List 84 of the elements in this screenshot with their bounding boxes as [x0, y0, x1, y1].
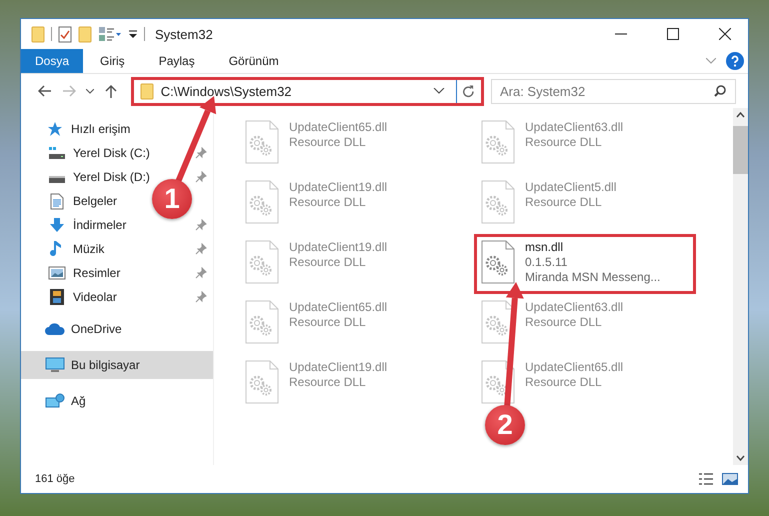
- pin-icon[interactable]: [195, 171, 207, 183]
- down-arrow-icon: [47, 217, 67, 233]
- address-bar[interactable]: C:\Windows\System32: [130, 76, 484, 106]
- file-detail: 0.1.5.11: [525, 255, 568, 270]
- sidebar-item[interactable]: Yerel Disk (C:): [21, 141, 213, 165]
- dropdown-icon[interactable]: [128, 29, 138, 39]
- dll-file-icon: [245, 360, 279, 404]
- properties-icon[interactable]: [98, 26, 122, 42]
- dll-file-icon: [481, 120, 515, 164]
- file-detail: Resource DLL: [289, 375, 367, 390]
- sidebar-item[interactable]: Videolar: [21, 285, 213, 309]
- pin-icon[interactable]: [195, 219, 207, 231]
- file-item[interactable]: UpdateClient19.dll Resource DLL: [238, 174, 460, 222]
- checklist-icon[interactable]: [58, 26, 72, 42]
- file-item[interactable]: UpdateClient65.dll Resource DLL: [474, 354, 696, 402]
- file-name: UpdateClient65.dll: [525, 360, 624, 375]
- search-icon[interactable]: [714, 84, 726, 96]
- back-arrow-icon[interactable]: [38, 85, 52, 97]
- pin-icon[interactable]: [195, 243, 207, 255]
- file-name: UpdateClient65.dll: [289, 120, 388, 135]
- pin-icon[interactable]: [195, 147, 207, 159]
- dll-file-icon: [481, 180, 515, 224]
- details-view-icon[interactable]: [698, 472, 714, 486]
- scrollbar-thumb[interactable]: [733, 126, 748, 174]
- file-item[interactable]: UpdateClient19.dll Resource DLL: [238, 354, 460, 402]
- file-item[interactable]: UpdateClient65.dll Resource DLL: [238, 114, 460, 162]
- file-item[interactable]: UpdateClient65.dll Resource DLL: [238, 294, 460, 342]
- file-name: UpdateClient19.dll: [289, 240, 388, 255]
- cloud-icon: [45, 322, 65, 336]
- up-arrow-icon[interactable]: [104, 84, 117, 98]
- file-item[interactable]: msn.dll 0.1.5.11 Miranda MSN Messeng...: [474, 234, 696, 294]
- recent-locations-icon[interactable]: [86, 88, 94, 94]
- window-title: System32: [155, 26, 213, 42]
- pin-icon[interactable]: [195, 267, 207, 279]
- file-detail: Miranda MSN Messeng...: [525, 270, 660, 285]
- dll-file-icon: [481, 240, 515, 284]
- dll-file-icon: [245, 120, 279, 164]
- file-name: msn.dll: [525, 240, 564, 255]
- file-name: UpdateClient19.dll: [289, 180, 388, 195]
- pin-icon[interactable]: [195, 291, 207, 303]
- file-name: UpdateClient65.dll: [289, 300, 388, 315]
- file-item[interactable]: UpdateClient63.dll Resource DLL: [474, 114, 696, 162]
- dll-file-icon: [245, 240, 279, 284]
- close-icon: [719, 28, 731, 40]
- file-detail: Resource DLL: [289, 315, 367, 330]
- ribbon-tab[interactable]: Giriş: [83, 49, 142, 73]
- refresh-icon[interactable]: [462, 84, 474, 98]
- file-name: UpdateClient63.dll: [525, 300, 624, 315]
- sidebar-item[interactable]: Müzik: [21, 237, 213, 261]
- sidebar-item[interactable]: OneDrive: [21, 317, 213, 341]
- file-detail: Resource DLL: [289, 195, 367, 210]
- maximize-icon: [667, 28, 679, 40]
- dll-file-icon: [245, 300, 279, 344]
- sidebar-item[interactable]: Bu bilgisayar: [21, 351, 213, 379]
- file-name: UpdateClient19.dll: [289, 360, 388, 375]
- file-detail: Resource DLL: [525, 135, 603, 150]
- file-detail: Resource DLL: [525, 195, 603, 210]
- file-item[interactable]: UpdateClient63.dll Resource DLL: [474, 294, 696, 342]
- item-count: 161 öğe: [35, 473, 75, 485]
- file-name: UpdateClient5.dll: [525, 180, 616, 195]
- dll-file-icon: [245, 180, 279, 224]
- monitor-icon: [45, 357, 65, 373]
- help-icon[interactable]: [726, 52, 744, 70]
- drive-icon: [47, 146, 67, 160]
- file-name: UpdateClient63.dll: [525, 120, 624, 135]
- file-detail: Resource DLL: [289, 255, 367, 270]
- file-detail: Resource DLL: [525, 375, 603, 390]
- search-field[interactable]: Ara: System32: [490, 78, 736, 104]
- ribbon-tab[interactable]: Görünüm: [212, 49, 296, 73]
- file-item[interactable]: UpdateClient19.dll Resource DLL: [238, 234, 460, 282]
- large-icons-view-icon[interactable]: [722, 472, 738, 486]
- sidebar-item[interactable]: Ağ: [21, 389, 213, 413]
- file-detail: Resource DLL: [525, 315, 603, 330]
- folder-icon: [140, 82, 154, 100]
- film-icon: [47, 288, 67, 306]
- network-icon: [45, 393, 65, 409]
- ribbon-tab[interactable]: Dosya: [21, 49, 84, 73]
- sidebar-item[interactable]: Hızlı erişim: [21, 117, 213, 141]
- file-detail: Resource DLL: [289, 135, 367, 150]
- ribbon-tab[interactable]: Paylaş: [142, 49, 212, 73]
- picture-icon: [47, 266, 67, 280]
- dll-file-icon: [481, 360, 515, 404]
- file-item[interactable]: UpdateClient5.dll Resource DLL: [474, 174, 696, 222]
- sidebar-item[interactable]: Resimler: [21, 261, 213, 285]
